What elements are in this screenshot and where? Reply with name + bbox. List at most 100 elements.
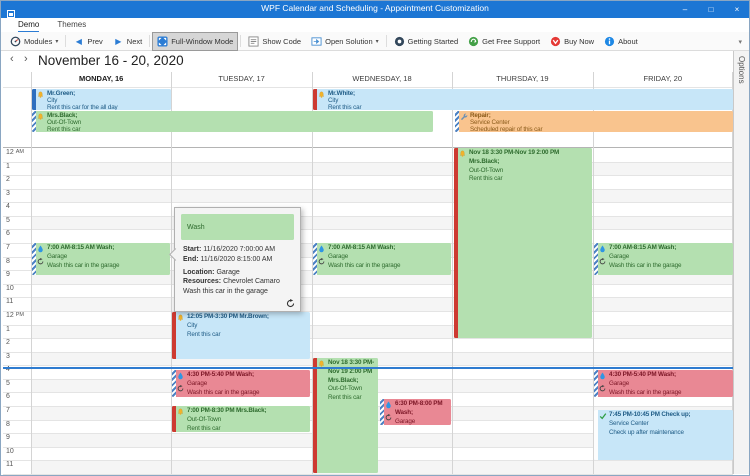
window-title: WPF Calendar and Scheduling - Appointmen… xyxy=(261,3,489,13)
event-title: Mr.Green; xyxy=(47,90,168,97)
event-title: 7:00 PM-8:30 PM Mrs.Black; xyxy=(187,407,307,416)
event-title: Mrs.Black; xyxy=(47,112,430,119)
event-description: Rent this car xyxy=(47,126,430,132)
event-wash-friday-430pm[interactable]: 4:30 PM-5:40 PM Wash;GarageWash this car… xyxy=(594,370,733,397)
event-mrs-black-allday[interactable]: Mrs.Black;Out-Of-TownRent this car xyxy=(32,111,433,132)
minimize-button[interactable]: – xyxy=(672,0,698,18)
getting-started-button[interactable]: Getting Started xyxy=(389,32,463,51)
event-location: Out-Of-Town xyxy=(187,416,307,425)
getting-started-icon xyxy=(394,36,405,47)
modules-button[interactable]: Modules▾ xyxy=(5,32,63,51)
grid-row[interactable] xyxy=(31,325,733,339)
show-code-button[interactable]: Show Code xyxy=(243,32,306,51)
grid-row[interactable] xyxy=(31,189,733,203)
maximize-button[interactable]: □ xyxy=(698,0,724,18)
event-title: Nov 18 3:30 PM-Nov 19 2:00 PM Mrs.Black; xyxy=(469,149,589,167)
options-tab[interactable]: Options xyxy=(733,50,750,474)
event-checkup-friday[interactable]: 7:45 PM-10:45 PM Check up;Service Center… xyxy=(594,410,733,460)
event-icons xyxy=(36,243,45,275)
day-header-2[interactable]: TUESDAY, 17 xyxy=(171,74,311,87)
event-description: Scheduled repair of this car xyxy=(470,126,730,132)
event-mrs-black-tuesday-7pm[interactable]: 7:00 PM-8:30 PM Mrs.Black;Out-Of-TownRen… xyxy=(172,406,310,432)
event-text: Mrs.Black;Out-Of-TownRent this car xyxy=(45,111,433,132)
about-icon xyxy=(604,36,615,47)
get-free-support-button[interactable]: Get Free Support xyxy=(463,32,545,51)
window-controls: –□× xyxy=(672,0,750,18)
recurrence-icon xyxy=(37,258,44,269)
tooltip-field-label: Resources: xyxy=(183,278,221,285)
open-solution-button[interactable]: Open Solution▾ xyxy=(306,32,384,51)
grid-row[interactable] xyxy=(31,202,733,216)
menu-bar: Demo Themes xyxy=(0,18,750,32)
grid-row[interactable] xyxy=(31,311,733,325)
next-week-arrow[interactable]: › xyxy=(24,53,28,65)
event-wash-wednesday-7am[interactable]: 7:00 AM-8:15 AM Wash;GarageWash this car… xyxy=(313,243,451,275)
day-header-3[interactable]: WEDNESDAY, 18 xyxy=(312,74,452,87)
menu-item-themes[interactable]: Themes xyxy=(57,18,86,32)
grid-row[interactable] xyxy=(31,338,733,352)
day-header-4[interactable]: THURSDAY, 19 xyxy=(452,74,592,87)
event-icons xyxy=(176,312,185,359)
buy-now-icon xyxy=(550,36,561,47)
prev-button[interactable]: ◀Prev xyxy=(68,32,107,51)
grid-row[interactable] xyxy=(31,460,733,474)
event-description: Wash this car in the garage xyxy=(47,262,167,271)
grid-row[interactable] xyxy=(31,148,733,162)
event-wash-wednesday-630pm[interactable]: 6:30 PM-8:00 PM Wash;Garage xyxy=(380,399,451,425)
event-text: 4:30 PM-5:40 PM Wash;GarageWash this car… xyxy=(185,370,310,397)
day-header-5[interactable]: FRIDAY, 20 xyxy=(593,74,733,87)
day-header-1[interactable]: MONDAY, 16 xyxy=(31,74,171,87)
event-mr-brown-tuesday[interactable]: 12:05 PM-3:30 PM Mr.Brown;CityRent this … xyxy=(172,312,310,359)
buy-now-button[interactable]: Buy Now xyxy=(545,32,599,51)
refresh-icon[interactable] xyxy=(286,299,295,308)
grid-row[interactable] xyxy=(31,284,733,298)
hour-label: 2 xyxy=(6,176,10,183)
toolbar-button-label: Next xyxy=(127,37,142,46)
grid-row[interactable] xyxy=(31,229,733,243)
event-icons xyxy=(176,406,185,432)
grid-row[interactable] xyxy=(31,352,733,366)
bell-icon xyxy=(318,91,325,101)
next-button[interactable]: ▶Next xyxy=(108,32,147,51)
event-icons xyxy=(598,243,607,275)
tooltip-header: Wash xyxy=(181,214,294,240)
open-solution-icon xyxy=(311,36,322,47)
event-mr-green-allday[interactable]: Mr.Green;CityRent this car for the all d… xyxy=(32,89,171,110)
tooltip-field-label: Start: xyxy=(183,246,201,253)
event-mrs-black-thursday-multiday[interactable]: Nov 18 3:30 PM-Nov 19 2:00 PM Mrs.Black;… xyxy=(454,148,592,338)
event-mr-white-allday[interactable]: Mr.White;CityRent this car xyxy=(313,89,733,110)
check-icon xyxy=(599,412,607,424)
event-title: 12:05 PM-3:30 PM Mr.Brown; xyxy=(187,313,307,322)
full-window-mode-button[interactable]: Full-Window Mode xyxy=(152,32,238,51)
recurrence-icon xyxy=(599,385,606,396)
event-title: Repair; xyxy=(470,112,730,119)
grid-row[interactable] xyxy=(31,162,733,176)
menu-item-demo[interactable]: Demo xyxy=(18,18,39,32)
about-button[interactable]: About xyxy=(599,32,643,51)
event-text: Mr.Green;CityRent this car for the all d… xyxy=(45,89,171,110)
grid-row[interactable] xyxy=(31,175,733,189)
tooltip-subject: Wash xyxy=(181,214,205,240)
grid-row[interactable] xyxy=(31,216,733,230)
close-button[interactable]: × xyxy=(724,0,750,18)
tooltip-field-label: End: xyxy=(183,256,199,263)
bell-icon xyxy=(37,91,44,101)
droplet-icon xyxy=(37,245,44,257)
grid-row[interactable] xyxy=(31,297,733,311)
event-text: Nov 18 3:30 PM-Nov 19 2:00 PM Mrs.Black;… xyxy=(467,148,592,338)
event-wash-tuesday-430pm[interactable]: 4:30 PM-5:40 PM Wash;GarageWash this car… xyxy=(172,370,310,397)
toolbar-separator xyxy=(386,35,387,47)
event-wash-friday-7am[interactable]: 7:00 AM-8:15 AM Wash;GarageWash this car… xyxy=(594,243,733,275)
event-mrs-black-wednesday-multiday[interactable]: Nov 18 3:30 PM-Nov 19 2:00 PM Mrs.Black;… xyxy=(313,358,378,473)
event-text: Repair;Service CenterScheduled repair of… xyxy=(468,111,733,132)
event-description: Rent this car for the all day xyxy=(47,104,168,110)
hour-label: 7 xyxy=(6,407,10,414)
event-text: 7:00 AM-8:15 AM Wash;GarageWash this car… xyxy=(45,243,170,275)
toolbar-button-label: Prev xyxy=(87,37,102,46)
event-repair-allday[interactable]: Repair;Service CenterScheduled repair of… xyxy=(455,111,733,132)
toolbar-button-label: Getting Started xyxy=(408,37,458,46)
toolbar-overflow-chevron-icon[interactable]: ▾ xyxy=(738,38,742,46)
event-icons xyxy=(598,410,607,460)
event-wash-monday-7am[interactable]: 7:00 AM-8:15 AM Wash;GarageWash this car… xyxy=(32,243,170,275)
prev-week-arrow[interactable]: ‹ xyxy=(10,53,14,65)
